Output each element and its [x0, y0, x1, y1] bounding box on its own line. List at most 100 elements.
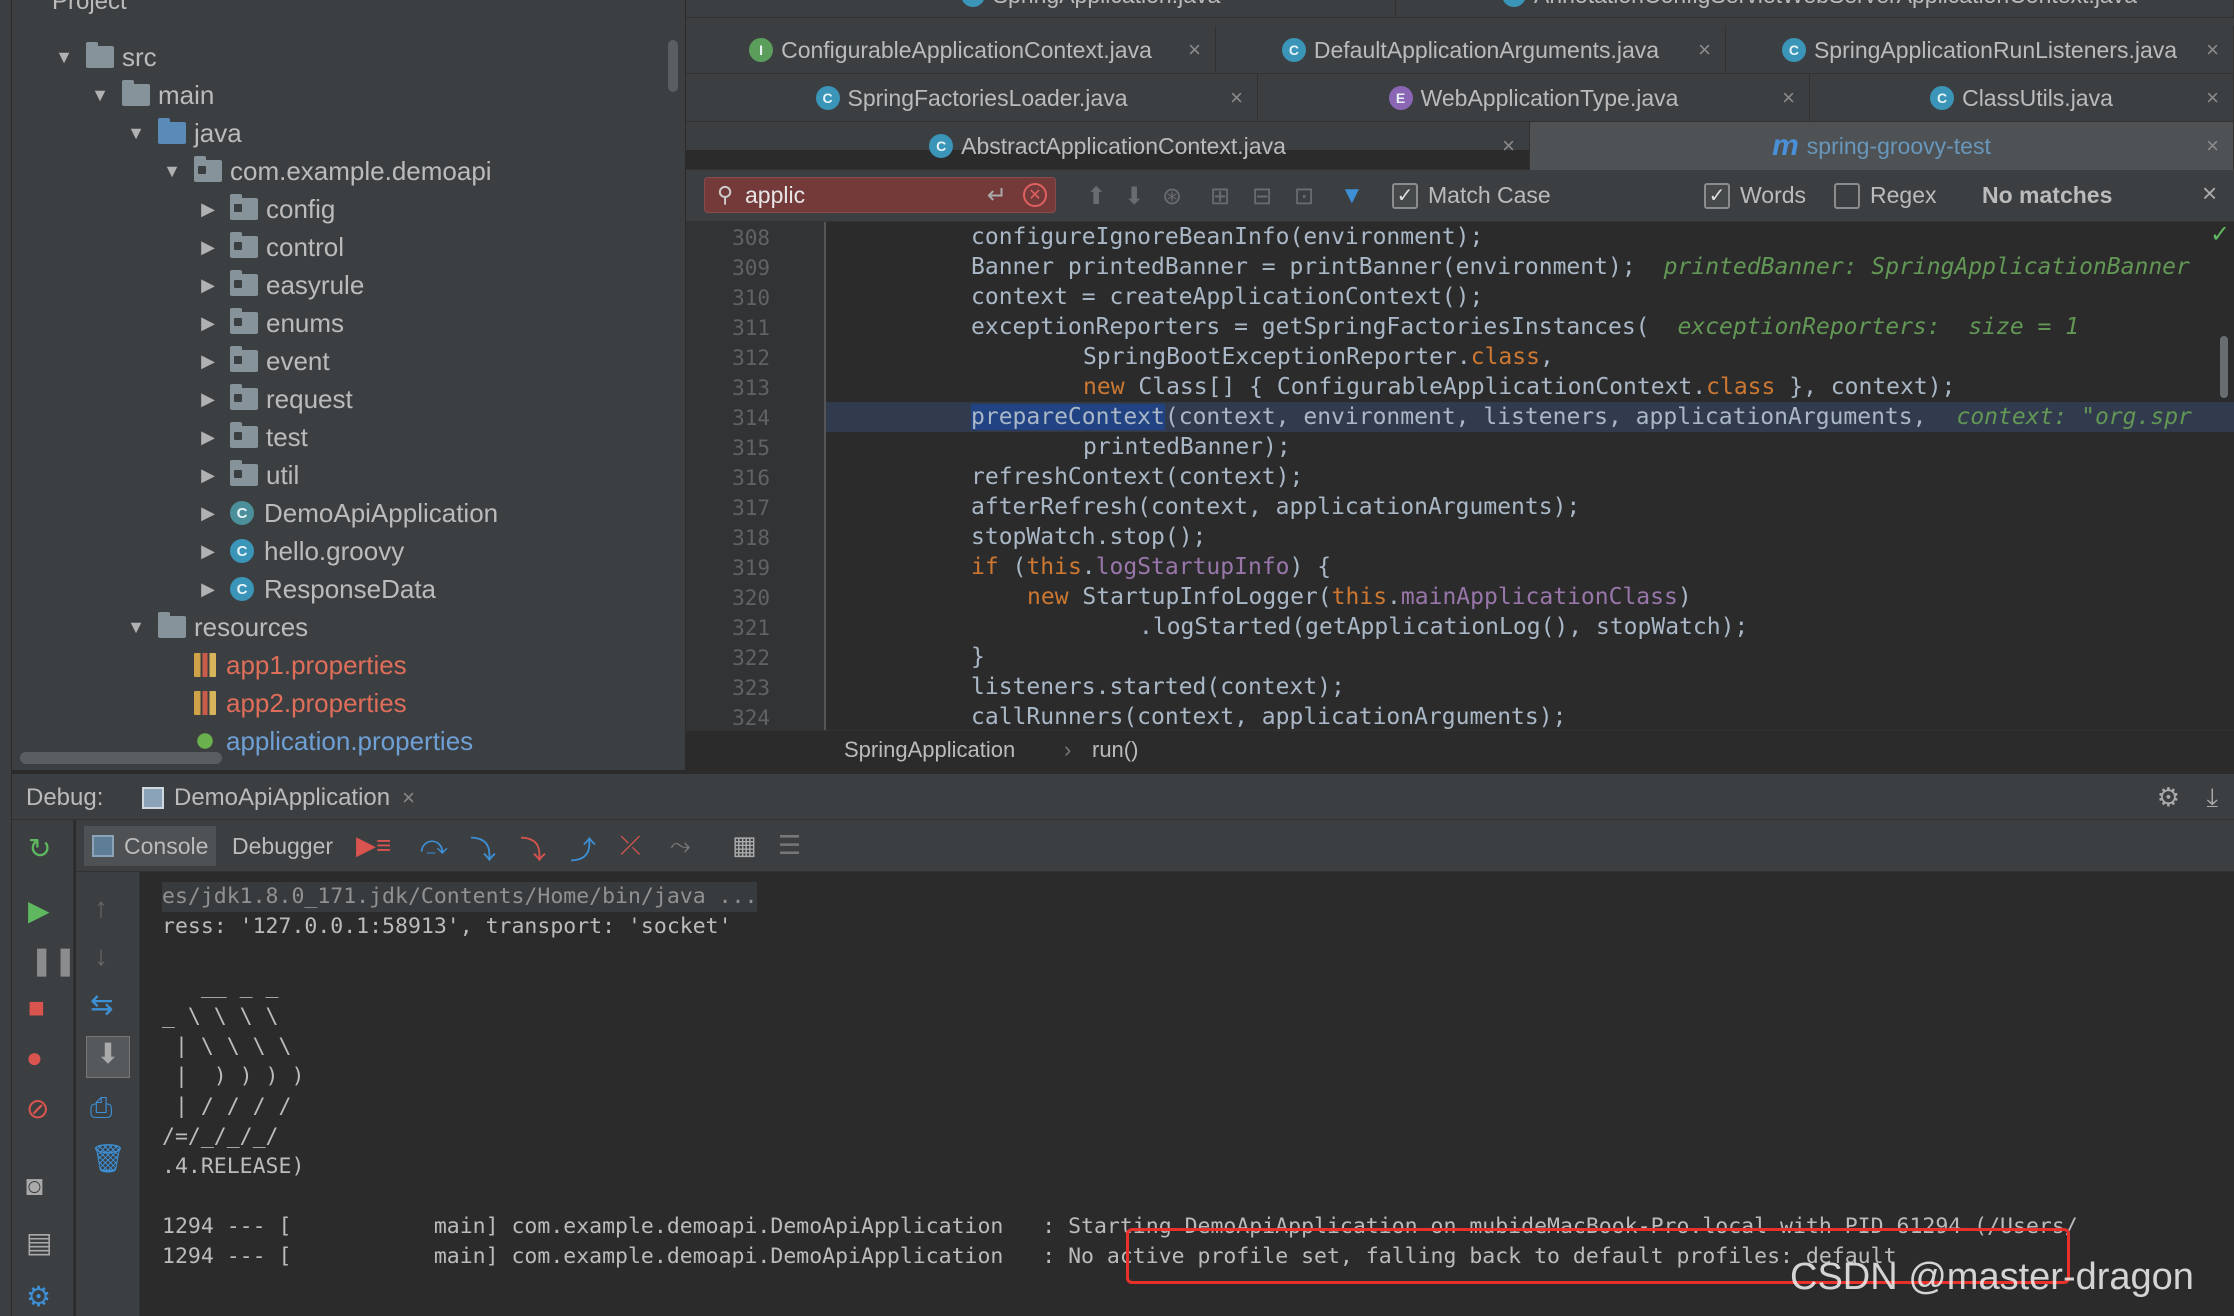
tree-item-app2-properties[interactable]: app2.properties: [160, 684, 407, 722]
code-line-324[interactable]: callRunners(context, applicationArgument…: [826, 702, 2234, 732]
add-occurrence-icon[interactable]: ⊞: [1210, 182, 1230, 211]
tree-item-resources[interactable]: ▼ resources: [124, 608, 308, 646]
close-icon[interactable]: ×: [2202, 178, 2217, 209]
tree-item-com-example-demoapi[interactable]: ▼ com.example.demoapi: [160, 152, 492, 190]
tree-item-util[interactable]: ▶ util: [196, 456, 299, 494]
soft-wrap-icon[interactable]: ⇆: [90, 988, 113, 1021]
drop-frame-icon[interactable]: ⤫: [620, 830, 641, 862]
tab-defaultapplicationarguments[interactable]: C DefaultApplicationArguments.java ×: [1216, 26, 1726, 74]
next-occurrence-icon[interactable]: ⬇: [1124, 182, 1144, 211]
close-icon[interactable]: ×: [2206, 37, 2219, 63]
code-line-313[interactable]: new Class[] { ConfigurableApplicationCon…: [826, 372, 2234, 402]
code-line-320[interactable]: new StartupInfoLogger(this.mainApplicati…: [826, 582, 2234, 612]
collapsed-arrow-icon[interactable]: ▶: [196, 503, 220, 524]
expanded-arrow-icon[interactable]: ▼: [88, 85, 112, 106]
inspection-ok-icon[interactable]: ✓: [2210, 220, 2230, 249]
code-line-310[interactable]: context = createApplicationContext();: [826, 282, 2234, 312]
line-number[interactable]: 317: [710, 496, 770, 520]
code-line-319[interactable]: if (this.logStartupInfo) {: [826, 552, 2234, 582]
find-all-icon[interactable]: ⊛: [1162, 182, 1182, 211]
tab-console[interactable]: Console: [84, 826, 217, 866]
code-line-317[interactable]: afterRefresh(context, applicationArgumen…: [826, 492, 2234, 522]
close-icon[interactable]: ×: [1782, 85, 1795, 111]
tree-item-test[interactable]: ▶ test: [196, 418, 308, 456]
close-icon[interactable]: ×: [1188, 37, 1201, 63]
line-number[interactable]: 319: [710, 556, 770, 580]
tree-item-demoapiapplication[interactable]: ▶ C DemoApiApplication: [196, 494, 498, 532]
tree-item-easyrule[interactable]: ▶ easyrule: [196, 266, 364, 304]
collapsed-arrow-icon[interactable]: ▶: [196, 465, 220, 486]
breadcrumb-method[interactable]: run(): [1092, 737, 1138, 763]
search-value[interactable]: applic: [745, 182, 805, 209]
line-number[interactable]: 315: [710, 436, 770, 460]
line-number[interactable]: 308: [710, 226, 770, 250]
tab-springapplication[interactable]: C SpringApplication.java ×: [786, 0, 1396, 18]
code-line-315[interactable]: printedBanner);: [826, 432, 2234, 462]
previous-occurrence-icon[interactable]: ⬆: [1086, 182, 1106, 211]
code-editor[interactable]: 308 309 310 311 312 313 314 315 316 317 318 319 320 3…: [686, 222, 2234, 730]
expanded-arrow-icon[interactable]: ▼: [124, 123, 148, 144]
line-number[interactable]: 321: [710, 616, 770, 640]
camera-icon[interactable]: ◙: [26, 1170, 43, 1202]
tree-item-responsedata[interactable]: ▶ C ResponseData: [196, 570, 436, 608]
settings-icon[interactable]: ⚙: [26, 1280, 51, 1313]
clear-search-icon[interactable]: ✕: [1023, 183, 1047, 207]
tree-item-src[interactable]: ▼ src: [52, 38, 157, 76]
code-line-311[interactable]: exceptionReporters = getSpringFactoriesI…: [826, 312, 2234, 342]
breadcrumb-class[interactable]: SpringApplication: [844, 737, 1015, 763]
tree-item-request[interactable]: ▶ request: [196, 380, 353, 418]
tree-item-hello-groovy[interactable]: ▶ Chello.groovy: [196, 532, 404, 570]
line-number-gutter[interactable]: 308 309 310 311 312 313 314 315 316 317 318 319 320 3…: [686, 222, 826, 730]
line-number[interactable]: 323: [710, 676, 770, 700]
search-icon[interactable]: ⚲: [705, 182, 745, 208]
select-all-occurrences-icon[interactable]: ⊡: [1294, 182, 1314, 211]
tree-item-enums[interactable]: ▶ enums: [196, 304, 344, 342]
editor-vertical-scrollbar[interactable]: [2220, 336, 2228, 398]
pause-icon[interactable]: ❚❚: [30, 944, 77, 977]
line-number[interactable]: 314: [710, 406, 770, 430]
collapsed-arrow-icon[interactable]: ▶: [196, 427, 220, 448]
code-line-312[interactable]: SpringBootExceptionReporter.class,: [826, 342, 2234, 372]
show-execution-point-icon[interactable]: ▶≡: [356, 830, 391, 861]
line-number[interactable]: 324: [710, 706, 770, 730]
step-over-icon[interactable]: ⤼: [420, 830, 448, 862]
close-icon[interactable]: ×: [1502, 133, 1515, 159]
collapsed-arrow-icon[interactable]: ▶: [196, 275, 220, 296]
tree-item-event[interactable]: ▶ event: [196, 342, 330, 380]
project-horizontal-scrollbar[interactable]: [20, 752, 222, 764]
tab-annotationconfigservletwebserverapplicationcontext[interactable]: C AnnotationConfigServletWebServerApplica…: [1406, 0, 2234, 18]
force-step-into-icon[interactable]: ⤵: [520, 830, 546, 867]
code-line-314[interactable]: prepareContext(context, environment, lis…: [826, 402, 2234, 432]
clear-all-icon[interactable]: 🗑: [90, 1142, 126, 1175]
mute-breakpoints-icon[interactable]: ⊘: [26, 1092, 49, 1125]
tree-item-control[interactable]: ▶ control: [196, 228, 344, 266]
scroll-to-end-icon[interactable]: ⬇: [86, 1036, 130, 1078]
collapsed-arrow-icon[interactable]: ▶: [196, 389, 220, 410]
close-icon[interactable]: ×: [402, 785, 415, 811]
collapsed-arrow-icon[interactable]: ▶: [196, 199, 220, 220]
collapsed-arrow-icon[interactable]: ▶: [196, 579, 220, 600]
remove-occurrence-icon[interactable]: ⊟: [1252, 182, 1272, 211]
scroll-down-icon[interactable]: ↓: [94, 940, 108, 972]
collapsed-arrow-icon[interactable]: ▶: [196, 541, 220, 562]
debug-session-tab[interactable]: DemoApiApplication ×: [142, 784, 415, 812]
code-line-321[interactable]: .logStarted(getApplicationLog(), stopWat…: [826, 612, 2234, 642]
tab-classutils[interactable]: C ClassUtils.java ×: [1810, 74, 2234, 122]
resume-icon[interactable]: ▶: [28, 894, 50, 927]
close-icon[interactable]: ×: [1698, 37, 1711, 63]
evaluate-expression-icon[interactable]: ▦: [732, 830, 757, 861]
layout-icon[interactable]: ▤: [26, 1226, 52, 1259]
tab-configurableapplicationcontext[interactable]: I ConfigurableApplicationContext.java ×: [686, 26, 1216, 74]
line-number[interactable]: 320: [710, 586, 770, 610]
rerun-icon[interactable]: ↻: [28, 832, 51, 865]
search-input[interactable]: ⚲ applic ↵ ✕: [704, 177, 1056, 213]
line-number[interactable]: 311: [710, 316, 770, 340]
gear-icon[interactable]: ⚙: [2157, 782, 2180, 813]
project-panel-title[interactable]: Project: [52, 0, 127, 16]
scroll-up-icon[interactable]: ↑: [94, 892, 108, 924]
tree-item-main[interactable]: ▼ main: [88, 76, 214, 114]
tab-debugger[interactable]: Debugger: [224, 826, 341, 866]
code-line-323[interactable]: listeners.started(context);: [826, 672, 2234, 702]
code-line-309[interactable]: Banner printedBanner = printBanner(envir…: [826, 252, 2234, 282]
close-icon[interactable]: ×: [2206, 85, 2219, 111]
